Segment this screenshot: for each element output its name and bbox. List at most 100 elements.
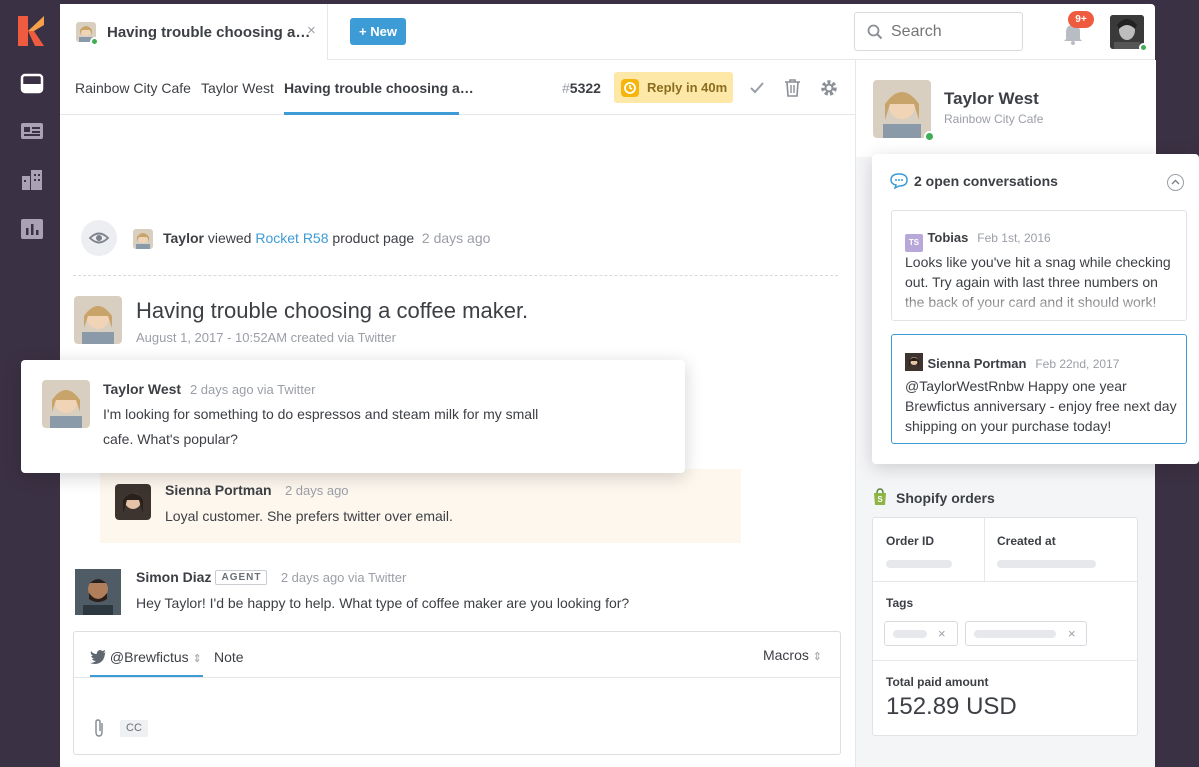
open-conversations-popover: 2 open conversations TS Tobias Feb 1st, … — [872, 154, 1199, 464]
ticket-hash: # — [562, 80, 570, 96]
channel-label: @Brewfictus — [109, 649, 189, 665]
conversation-card-date: Feb 22nd, 2017 — [1035, 357, 1120, 371]
conversation-card[interactable]: TS Tobias Feb 1st, 2016 Looks like you'v… — [891, 210, 1187, 321]
breadcrumb: Rainbow City Cafe Taylor West Having tro… — [60, 60, 855, 115]
search-box[interactable] — [854, 12, 1023, 51]
agent-name: Simon Diaz — [136, 569, 212, 585]
tab-title: Having trouble choosing a… — [107, 24, 311, 41]
profile-online-indicator — [924, 131, 935, 142]
resolve-check-icon[interactable] — [749, 81, 765, 95]
tag-pill[interactable]: × — [884, 621, 958, 646]
collapse-chevron-icon[interactable] — [1167, 174, 1184, 191]
agent-message-time: 2 days ago via Twitter — [280, 570, 407, 585]
clock-icon — [621, 79, 639, 97]
reply-sla-text: Reply in 40m — [647, 80, 728, 95]
attachment-paperclip-icon[interactable] — [92, 718, 106, 738]
agent-badge: AGENT — [215, 570, 268, 585]
internal-note: Sienna Portman 2 days ago Loyal customer… — [100, 469, 741, 543]
shopify-orders-card: Order ID Created at Tags × × Total paid … — [872, 517, 1138, 736]
top-bar: Having trouble choosing a… × + New 9+ — [60, 4, 1155, 60]
conversation-card-selected[interactable]: Sienna Portman Feb 22nd, 2017 @TaylorWes… — [891, 334, 1187, 444]
shopify-title: Shopify orders — [896, 490, 995, 506]
open-conversations-header[interactable]: 2 open conversations — [890, 173, 1058, 190]
profile-company[interactable]: Rainbow City Cafe — [944, 112, 1043, 126]
row-divider — [873, 660, 1137, 661]
inbox-icon[interactable] — [19, 72, 45, 96]
conversation-card-author: Tobias — [927, 230, 969, 245]
twitter-icon — [90, 650, 106, 664]
profile-avatar — [873, 80, 931, 138]
conversation-card-author: Sienna Portman — [927, 356, 1027, 371]
app-logo-icon[interactable] — [18, 16, 46, 46]
customer-message-card: Taylor West 2 days ago via Twitter I'm l… — [21, 360, 685, 473]
conversation-tab[interactable]: Having trouble choosing a… × — [60, 4, 328, 60]
message-body-line-1: I'm looking for something to do espresso… — [103, 406, 539, 422]
reply-composer[interactable]: @Brewfictus ⇕ Note Macros ⇕ CC — [73, 631, 841, 755]
event-text: Taylor viewed Rocket R58 product page 2 … — [163, 230, 490, 246]
open-conversations-title: 2 open conversations — [914, 173, 1058, 189]
conversation-card-body: @TaylorWestRnbw Happy one year Brewfictu… — [905, 378, 1177, 434]
agent-message-body: Hey Taylor! I'd be happy to help. What t… — [136, 595, 630, 611]
tags-label: Tags — [886, 596, 914, 610]
created-at-placeholder — [997, 560, 1096, 568]
search-icon — [867, 24, 883, 40]
event-verb: viewed — [207, 230, 252, 246]
ticket-number: #5322 — [562, 80, 601, 96]
macros-dropdown[interactable]: Macros ⇕ — [763, 647, 822, 663]
text-fade — [892, 290, 1186, 320]
active-crumb-underline — [284, 112, 459, 115]
event-avatar — [133, 229, 153, 249]
tab-close-icon[interactable]: × — [307, 22, 316, 39]
message-time: 2 days ago via Twitter — [189, 382, 316, 397]
note-author-avatar — [115, 484, 151, 520]
search-input[interactable] — [891, 21, 1011, 43]
column-divider — [984, 518, 985, 581]
reply-sla-badge[interactable]: Reply in 40m — [614, 72, 733, 103]
shopify-bag-icon: S — [874, 488, 886, 505]
cc-button[interactable]: CC — [120, 720, 148, 737]
notification-badge: 9+ — [1068, 11, 1094, 28]
event-object: product page — [332, 230, 415, 246]
breadcrumb-customer[interactable]: Taylor West — [201, 80, 274, 96]
order-id-label: Order ID — [886, 534, 935, 548]
message-author-avatar — [42, 380, 90, 428]
profile-name[interactable]: Taylor West — [944, 89, 1039, 109]
author-avatar — [905, 353, 923, 371]
breadcrumb-conversation[interactable]: Having trouble choosing a… — [284, 80, 474, 96]
breadcrumb-company[interactable]: Rainbow City Cafe — [75, 80, 191, 96]
settings-gear-icon[interactable] — [819, 78, 839, 98]
tag-remove-icon[interactable]: × — [1068, 626, 1076, 641]
reports-icon[interactable] — [19, 217, 45, 241]
divider — [73, 275, 838, 276]
online-indicator — [90, 37, 99, 46]
channel-chevron-icon: ⇕ — [192, 653, 202, 665]
companies-icon[interactable] — [19, 168, 45, 192]
chat-bubble-icon — [890, 173, 908, 190]
composer-divider — [74, 677, 840, 678]
delete-trash-icon[interactable] — [783, 78, 802, 98]
macros-chevron-icon: ⇕ — [812, 651, 822, 663]
customer-profile: Taylor West Rainbow City Cafe — [856, 60, 1156, 157]
order-id-placeholder — [886, 560, 952, 568]
tag-remove-icon[interactable]: × — [938, 626, 946, 641]
message-header: Taylor West 2 days ago via Twitter — [103, 381, 315, 399]
activity-event: Taylor viewed Rocket R58 product page 2 … — [81, 220, 821, 256]
macros-label: Macros — [762, 647, 809, 663]
customer-avatar — [74, 296, 122, 344]
product-link[interactable]: Rocket R58 — [255, 230, 328, 246]
eye-icon — [81, 220, 117, 256]
conversation-card-header: Sienna Portman Feb 22nd, 2017 — [905, 353, 1119, 373]
created-at-label: Created at — [997, 534, 1056, 548]
total-paid-label: Total paid amount — [886, 675, 989, 689]
user-online-indicator — [1139, 43, 1148, 52]
channel-selector[interactable]: @Brewfictus ⇕ — [90, 649, 202, 665]
agent-message-header: Simon Diaz AGENT 2 days ago via Twitter — [136, 569, 406, 587]
note-tab[interactable]: Note — [214, 649, 244, 665]
total-paid-value: 152.89 USD — [886, 693, 1017, 720]
svg-text:S: S — [877, 495, 883, 504]
note-header: Sienna Portman 2 days ago — [165, 482, 349, 500]
new-button[interactable]: + New — [350, 18, 406, 45]
contacts-icon[interactable] — [19, 119, 45, 143]
tag-placeholder — [893, 630, 927, 638]
tag-pill[interactable]: × — [965, 621, 1087, 646]
